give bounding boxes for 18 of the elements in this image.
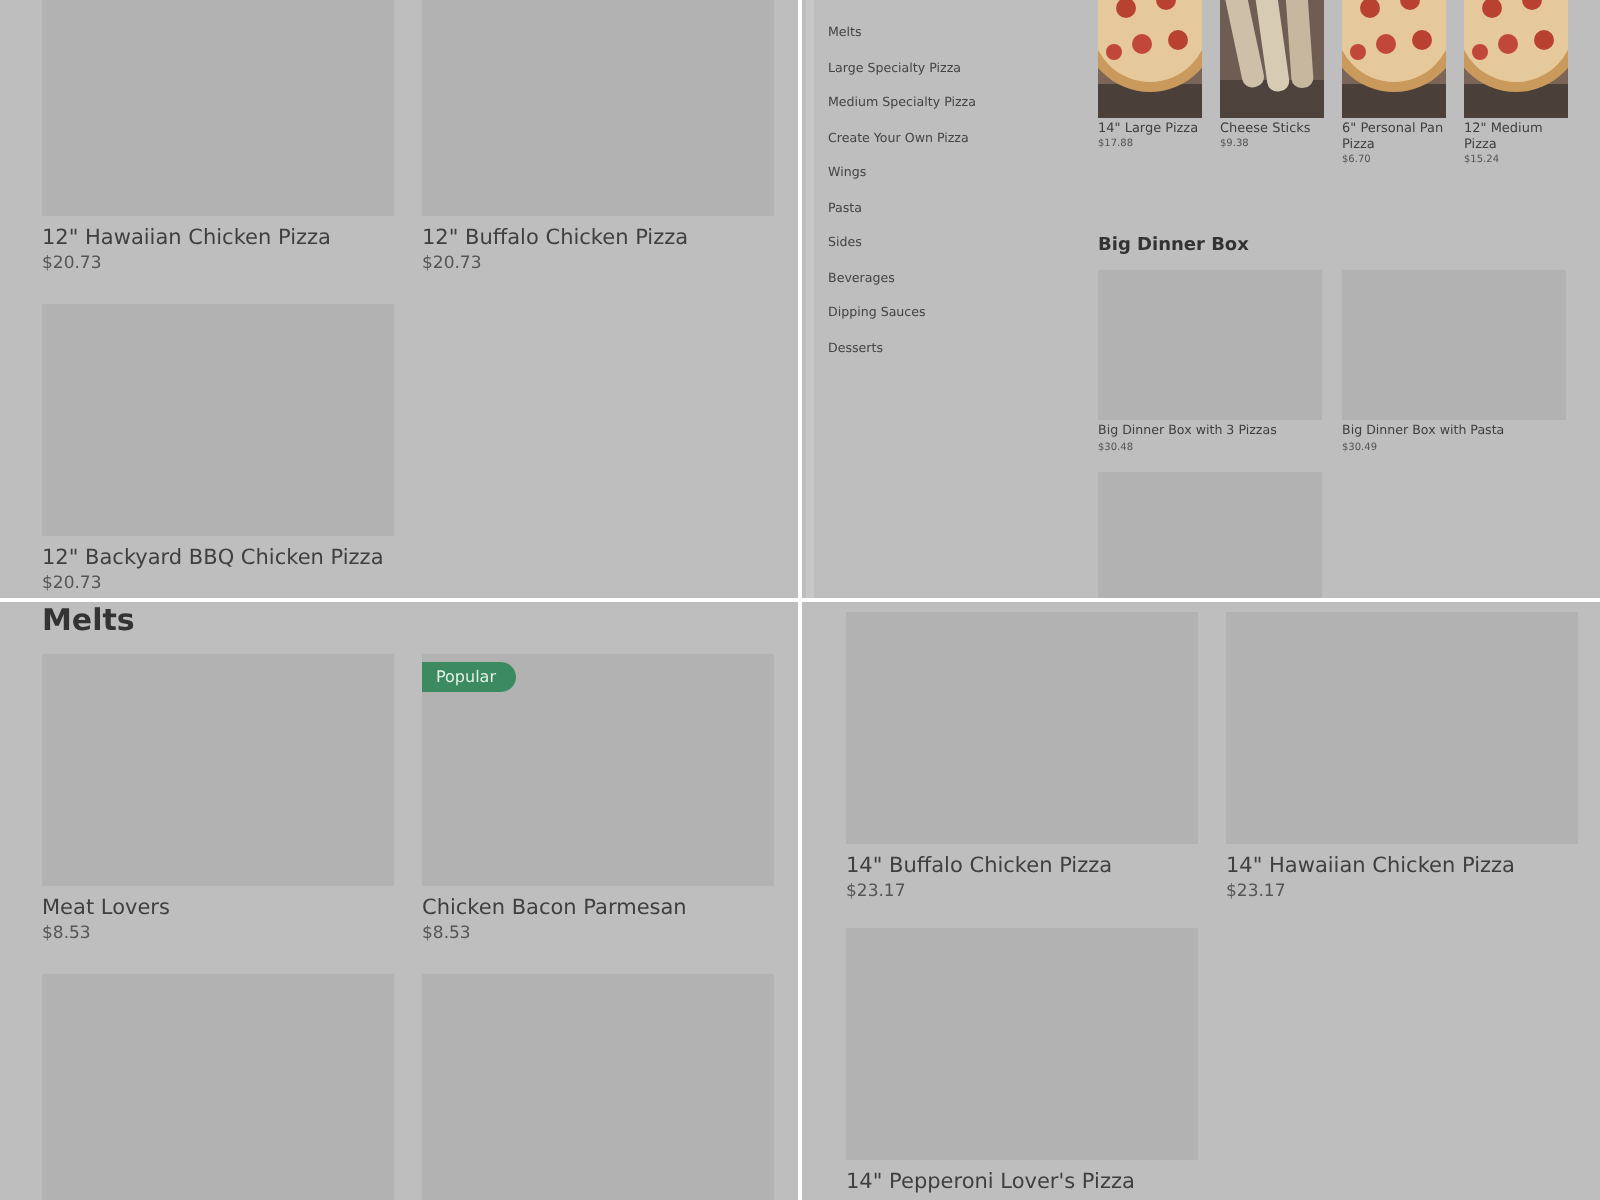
item-price: $20.73 [42,252,104,276]
item-name[interactable]: 12" Hawaiian Chicken Pizza [42,224,394,252]
item-name[interactable]: 14" Buffalo Chicken Pizza [846,852,1198,880]
item-price: $23.17 [1226,880,1288,904]
section-heading: Melts [42,602,137,638]
item-name[interactable]: 12" Buffalo Chicken Pizza [422,224,774,252]
item-name[interactable]: 14" Pepperoni Lover's Pizza [846,1168,1198,1196]
item-name[interactable]: 12" Backyard BBQ Chicken Pizza [42,544,394,572]
item-price: $8.53 [422,922,473,946]
item-price: $23.17 [846,880,908,904]
item-price: $20.73 [42,572,104,596]
item-name[interactable]: Meat Lovers [42,894,394,922]
item-name[interactable]: 14" Hawaiian Chicken Pizza [1226,852,1578,880]
section-heading: Big Dinner Box [1098,234,1251,258]
item-price: $20.73 [422,252,484,276]
popular-badge: Popular [422,662,516,692]
item-price: $8.53 [42,922,93,946]
item-name[interactable]: Chicken Bacon Parmesan [422,894,774,922]
